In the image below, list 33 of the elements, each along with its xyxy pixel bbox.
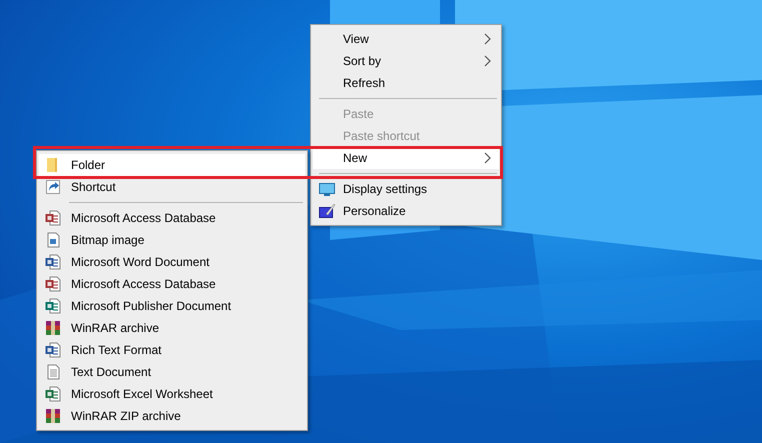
menu-item[interactable]: Microsoft Excel Worksheet xyxy=(39,383,305,405)
menu-item[interactable]: Personalize xyxy=(313,200,499,222)
chevron-icon xyxy=(484,55,491,67)
chevron-icon xyxy=(484,33,491,45)
menu-item[interactable]: Microsoft Access Database xyxy=(39,207,305,229)
menu-item[interactable]: New xyxy=(313,147,499,169)
document-icon xyxy=(45,254,61,270)
document-icon xyxy=(45,386,61,402)
archive-icon xyxy=(45,320,61,336)
menu-item[interactable]: Microsoft Word Document xyxy=(39,251,305,273)
menu-item[interactable]: Microsoft Publisher Document xyxy=(39,295,305,317)
menu-item[interactable]: Bitmap image xyxy=(39,229,305,251)
chevron-icon xyxy=(484,152,491,164)
menu-item[interactable]: Shortcut xyxy=(39,176,305,198)
menu-item[interactable]: Microsoft Access Database xyxy=(39,273,305,295)
menu-item[interactable]: WinRAR archive xyxy=(39,317,305,339)
menu-item[interactable]: Folder xyxy=(39,154,305,176)
menu-item[interactable]: Sort by xyxy=(313,50,499,72)
document-icon xyxy=(45,298,61,314)
menu-item[interactable]: Rich Text Format xyxy=(39,339,305,361)
menu-item[interactable]: Display settings xyxy=(313,178,499,200)
archive-icon xyxy=(45,408,61,424)
menu-item[interactable]: WinRAR ZIP archive xyxy=(39,405,305,427)
menu-item[interactable]: Refresh xyxy=(313,72,499,94)
menu-item[interactable]: Text Document xyxy=(39,361,305,383)
document-icon xyxy=(45,342,61,358)
text-file-icon xyxy=(45,364,61,380)
document-icon xyxy=(45,276,61,292)
menu-item[interactable]: View xyxy=(313,28,499,50)
monitor-icon xyxy=(319,181,335,197)
document-icon xyxy=(45,210,61,226)
paint-monitor-icon xyxy=(319,203,335,219)
image-file-icon xyxy=(45,232,61,248)
